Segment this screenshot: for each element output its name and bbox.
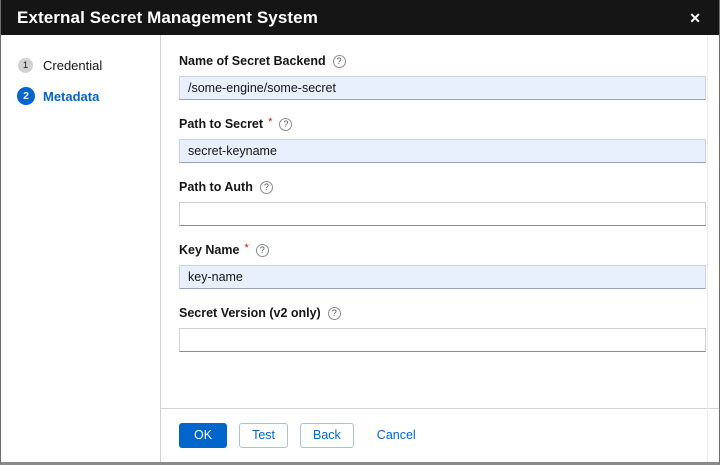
ok-button[interactable]: OK xyxy=(179,423,227,448)
field-label: Secret Version (v2 only) xyxy=(179,306,321,320)
step-number-badge: 2 xyxy=(17,87,35,105)
field-label-row: Key Name * ? xyxy=(179,243,706,257)
path-to-secret-input[interactable] xyxy=(179,139,706,163)
help-icon[interactable]: ? xyxy=(328,307,341,320)
modal-header: External Secret Management System ✕ xyxy=(1,0,719,35)
wizard-step-metadata[interactable]: 2 Metadata xyxy=(1,80,160,112)
secret-backend-input[interactable] xyxy=(179,76,706,100)
secret-version-input[interactable] xyxy=(179,328,706,352)
step-number-badge: 1 xyxy=(18,58,33,73)
external-secret-modal: External Secret Management System ✕ 1 Cr… xyxy=(0,0,720,465)
step-label: Credential xyxy=(43,58,102,73)
help-icon[interactable]: ? xyxy=(333,55,346,68)
field-path-to-secret: Path to Secret * ? xyxy=(179,117,706,163)
key-name-input[interactable] xyxy=(179,265,706,289)
field-path-to-auth: Path to Auth ? xyxy=(179,180,706,226)
close-icon[interactable]: ✕ xyxy=(687,7,703,29)
back-button[interactable]: Back xyxy=(300,423,354,448)
help-icon[interactable]: ? xyxy=(279,118,292,131)
metadata-form: Name of Secret Backend ? Path to Secret … xyxy=(161,35,719,408)
field-label-row: Path to Auth ? xyxy=(179,180,706,194)
required-asterisk: * xyxy=(244,242,248,254)
cancel-button[interactable]: Cancel xyxy=(371,423,422,448)
test-button[interactable]: Test xyxy=(239,423,288,448)
field-label-row: Path to Secret * ? xyxy=(179,117,706,131)
step-label: Metadata xyxy=(43,89,99,104)
wizard-main-panel: Name of Secret Backend ? Path to Secret … xyxy=(161,35,719,462)
field-label: Name of Secret Backend xyxy=(179,54,326,68)
field-secret-backend: Name of Secret Backend ? xyxy=(179,54,706,100)
wizard-step-credential[interactable]: 1 Credential xyxy=(1,51,160,80)
modal-title: External Secret Management System xyxy=(17,8,318,28)
field-secret-version: Secret Version (v2 only) ? xyxy=(179,306,706,352)
field-label: Path to Secret xyxy=(179,117,263,131)
wizard-footer: OK Test Back Cancel xyxy=(161,408,719,462)
path-to-auth-input[interactable] xyxy=(179,202,706,226)
wizard-step-nav: 1 Credential 2 Metadata xyxy=(1,35,161,462)
field-label-row: Secret Version (v2 only) ? xyxy=(179,306,706,320)
scrollbar-track xyxy=(707,35,708,462)
help-icon[interactable]: ? xyxy=(256,244,269,257)
required-asterisk: * xyxy=(268,116,272,128)
field-label: Key Name xyxy=(179,243,239,257)
field-key-name: Key Name * ? xyxy=(179,243,706,289)
modal-body: 1 Credential 2 Metadata Name of Secret B… xyxy=(1,35,719,462)
help-icon[interactable]: ? xyxy=(260,181,273,194)
field-label-row: Name of Secret Backend ? xyxy=(179,54,706,68)
field-label: Path to Auth xyxy=(179,180,253,194)
